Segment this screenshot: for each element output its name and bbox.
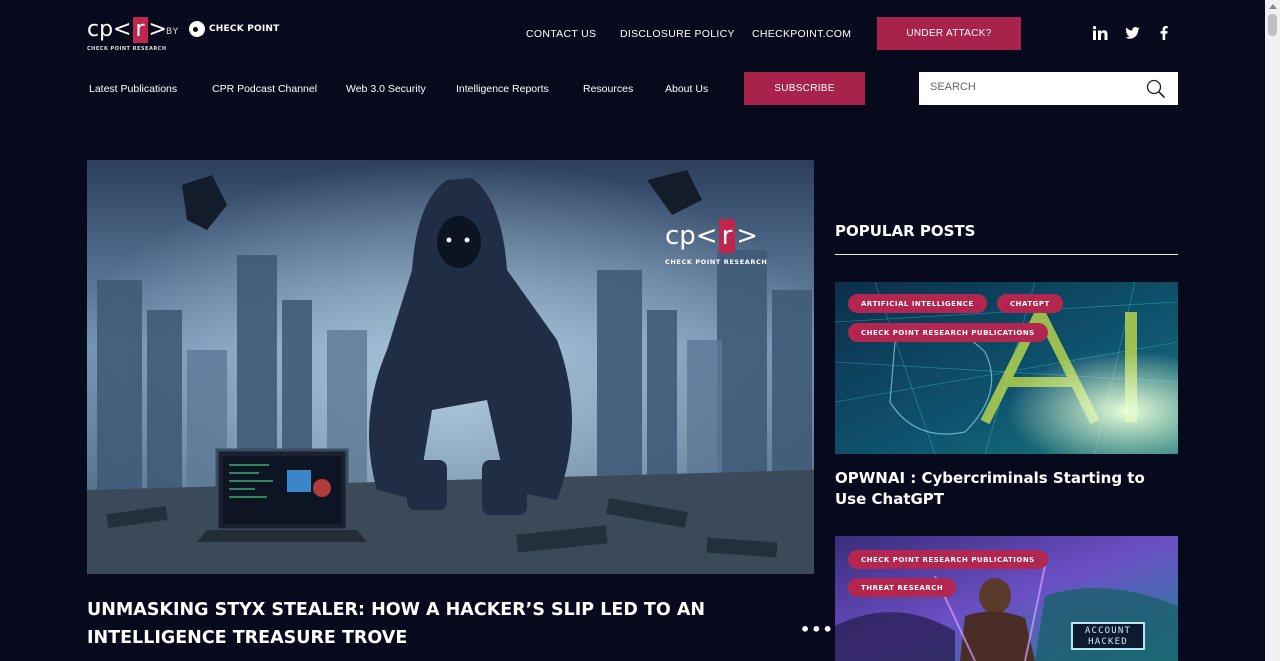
popular-posts-heading: POPULAR POSTS xyxy=(835,222,976,240)
hero-badge-subtitle: CHECK POINT RESEARCH xyxy=(665,258,768,266)
search-input[interactable] xyxy=(930,81,1130,93)
search-box xyxy=(919,72,1178,105)
nav-intelligence-reports[interactable]: Intelligence Reports xyxy=(456,83,549,95)
scrollbar-thumb[interactable] xyxy=(1268,14,1277,36)
by-label: BY xyxy=(166,27,180,37)
nav-resources[interactable]: Resources xyxy=(583,83,633,95)
linkedin-icon[interactable] xyxy=(1092,25,1108,41)
search-icon[interactable] xyxy=(1146,79,1166,99)
popular-post-image-2[interactable]: CHECK POINT RESEARCH PUBLICATIONS THREAT… xyxy=(835,536,1178,661)
logo-text-right: > xyxy=(148,17,167,42)
cpr-logo[interactable]: cp< r > CHECK POINT RESEARCH xyxy=(87,17,167,52)
logo-mark: cp< r > xyxy=(87,17,167,43)
hero-cpr-badge: cp< r > CHECK POINT RESEARCH xyxy=(665,219,767,266)
checkpoint-com-link[interactable]: CHECKPOINT.COM xyxy=(752,28,851,40)
page-scrollbar[interactable] xyxy=(1265,0,1280,661)
contact-us-link[interactable]: CONTACT US xyxy=(526,28,596,40)
disclosure-policy-link[interactable]: DISCLOSURE POLICY xyxy=(620,28,735,40)
check-point-logo-text: CHECK POINT xyxy=(209,24,280,34)
hero-badge-left: cp< xyxy=(665,221,718,251)
tag-threat-research[interactable]: THREAT RESEARCH xyxy=(848,578,957,597)
nav-latest-publications[interactable]: Latest Publications xyxy=(89,83,177,95)
facebook-icon[interactable] xyxy=(1156,25,1172,41)
tag-chatgpt[interactable]: CHATGPT xyxy=(997,294,1063,313)
more-options-icon[interactable]: ••• xyxy=(800,620,834,639)
subscribe-button[interactable]: SUBSCRIBE xyxy=(744,72,865,105)
hero-badge-right: > xyxy=(736,221,759,251)
tag-artificial-intelligence[interactable]: ARTIFICIAL INTELLIGENCE xyxy=(848,294,987,313)
hero-badge-r: r xyxy=(718,219,736,253)
logo-text-left: cp< xyxy=(87,17,132,42)
account-hacked-label: ACCOUNT HACKED xyxy=(1071,622,1145,650)
hero-article-title[interactable]: UNMASKING STYX STEALER: HOW A HACKER’S S… xyxy=(87,596,707,652)
under-attack-button[interactable]: UNDER ATTACK? xyxy=(877,17,1021,50)
nav-about-us[interactable]: About Us xyxy=(665,83,708,95)
check-point-logo-icon xyxy=(189,21,205,37)
hero-article-image[interactable]: cp< r > CHECK POINT RESEARCH xyxy=(87,160,814,574)
logo-subtitle: CHECK POINT RESEARCH xyxy=(87,46,167,52)
popular-post-image-1[interactable]: ARTIFICIAL INTELLIGENCE CHATGPT CHECK PO… xyxy=(835,282,1178,454)
check-point-logo[interactable]: CHECK POINT xyxy=(189,21,279,37)
scroll-up-arrow-icon[interactable] xyxy=(1269,4,1277,9)
tag-check-point-research-publications[interactable]: CHECK POINT RESEARCH PUBLICATIONS xyxy=(848,323,1048,342)
nav-web3-security[interactable]: Web 3.0 Security xyxy=(346,83,426,95)
nav-cpr-podcast-channel[interactable]: CPR Podcast Channel xyxy=(212,83,317,95)
popular-posts-divider xyxy=(835,254,1178,255)
popular-post-title-1[interactable]: OPWNAI : Cybercriminals Starting to Use … xyxy=(835,468,1175,510)
logo-text-r: r xyxy=(132,17,148,43)
twitter-icon[interactable] xyxy=(1124,25,1140,41)
tag-check-point-research-publications-2[interactable]: CHECK POINT RESEARCH PUBLICATIONS xyxy=(848,550,1048,569)
